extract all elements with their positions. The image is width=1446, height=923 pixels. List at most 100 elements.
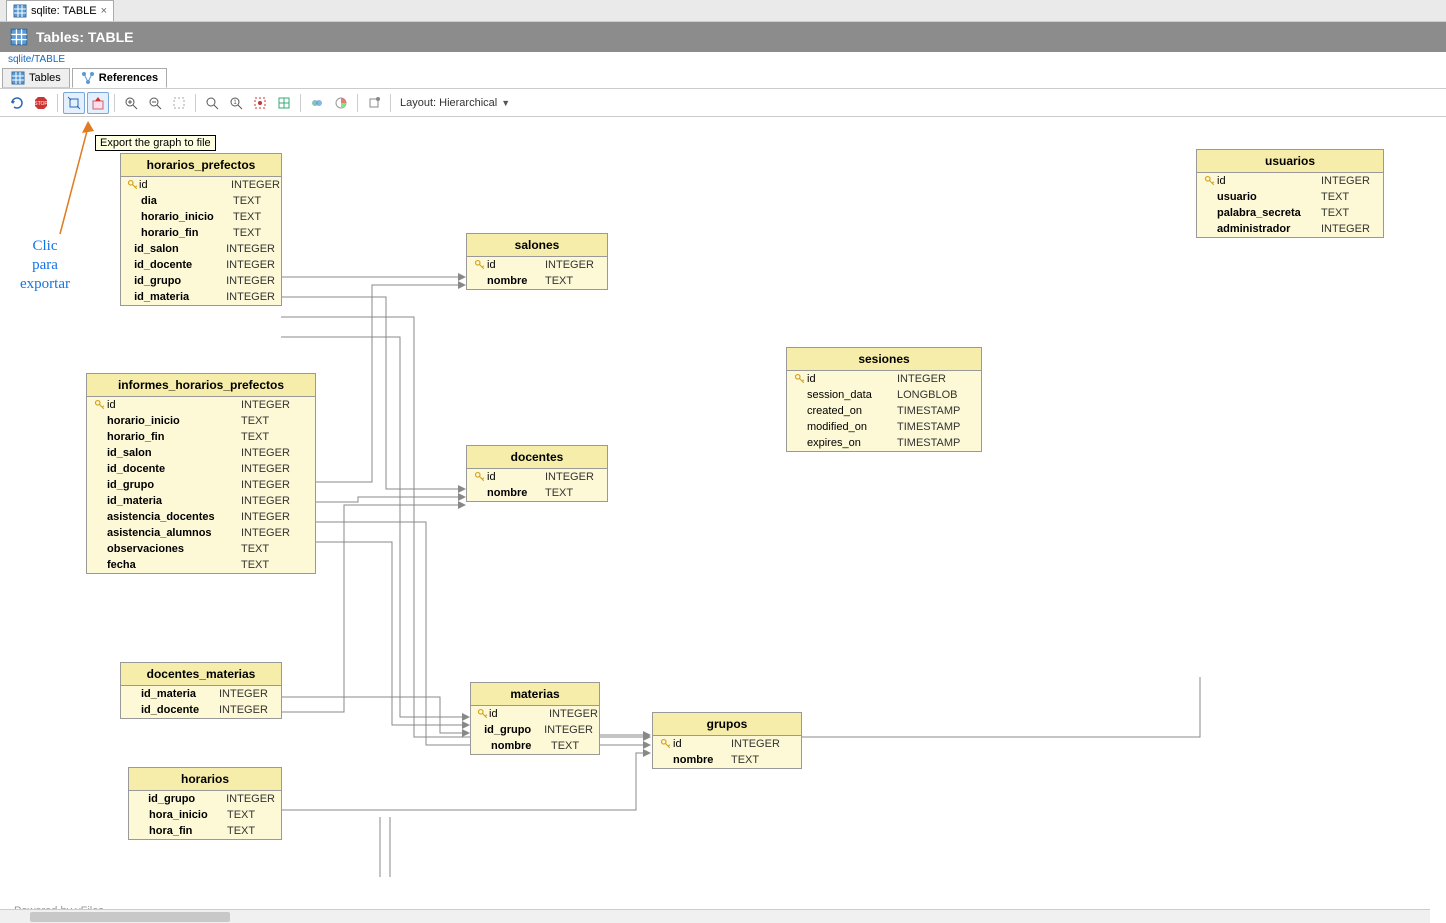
export-button[interactable] (87, 92, 109, 114)
annotation-text: Clic para exportar (20, 237, 70, 293)
column-type: INTEGER (241, 447, 290, 459)
table-column: session_dataLONGBLOB (787, 387, 981, 403)
table-docentes-materias[interactable]: docentes_materias id_materiaINTEGERid_do… (120, 662, 282, 719)
stop-button[interactable]: STOP (30, 92, 52, 114)
close-icon[interactable]: × (101, 5, 107, 17)
column-type: LONGBLOB (897, 389, 958, 401)
column-name: asistencia_docentes (107, 511, 241, 523)
layout-dropdown[interactable]: Layout: Hierarchical ▼ (400, 97, 510, 109)
column-name: horario_fin (107, 431, 241, 443)
column-name: id_grupo (148, 793, 226, 805)
column-name: nombre (487, 275, 545, 287)
table-column: administradorINTEGER (1197, 221, 1383, 237)
table-docentes[interactable]: docentes idINTEGERnombreTEXT (466, 445, 608, 502)
column-type: INTEGER (241, 399, 290, 411)
table-salones[interactable]: salones idINTEGERnombreTEXT (466, 233, 608, 290)
table-column: hora_inicioTEXT (129, 807, 281, 823)
key-icon (659, 738, 673, 750)
table-column: idINTEGER (467, 257, 607, 273)
column-type: INTEGER (231, 179, 280, 191)
column-type: TEXT (227, 825, 255, 837)
table-column: id_materiaINTEGER (87, 493, 315, 509)
toolbar-separator (114, 94, 115, 112)
table-column: horario_finTEXT (87, 429, 315, 445)
column-type: TIMESTAMP (897, 405, 960, 417)
column-name: id_materia (134, 291, 226, 303)
column-type: TEXT (233, 211, 261, 223)
refresh-button[interactable] (6, 92, 28, 114)
table-column: nombreTEXT (471, 738, 599, 754)
column-name: id (487, 471, 545, 483)
column-name: id_materia (107, 495, 241, 507)
file-tab[interactable]: sqlite: TABLE × (6, 0, 114, 21)
table-header: materias (471, 683, 599, 706)
tab-tables[interactable]: Tables (2, 68, 70, 88)
diagram-canvas[interactable]: Clic para exportar Export the graph to f… (0, 117, 1446, 923)
column-type: INTEGER (897, 373, 946, 385)
key-icon (477, 708, 489, 720)
column-name: expires_on (807, 437, 897, 449)
center-button[interactable] (273, 92, 295, 114)
column-name: horario_inicio (141, 211, 233, 223)
table-informes-horarios-prefectos[interactable]: informes_horarios_prefectos idINTEGERhor… (86, 373, 316, 574)
expand-button[interactable] (63, 92, 85, 114)
column-name: id_docente (107, 463, 241, 475)
table-usuarios[interactable]: usuarios idINTEGERusuarioTEXTpalabra_sec… (1196, 149, 1384, 238)
table-grupos[interactable]: grupos idINTEGERnombreTEXT (652, 712, 802, 769)
column-type: TEXT (241, 431, 269, 443)
show-hide-button[interactable] (306, 92, 328, 114)
column-type: INTEGER (731, 738, 780, 750)
table-header: horarios (129, 768, 281, 791)
layout-label: Layout: Hierarchical (400, 97, 497, 109)
table-sesiones[interactable]: sesiones idINTEGERsession_dataLONGBLOBcr… (786, 347, 982, 452)
table-column: expires_onTIMESTAMP (787, 435, 981, 451)
file-tab-label: sqlite: TABLE (31, 5, 97, 17)
column-type: TEXT (227, 809, 255, 821)
table-column: nombreTEXT (467, 273, 607, 289)
column-name: session_data (807, 389, 897, 401)
table-horarios-prefectos[interactable]: horarios_prefectos idINTEGER diaTEXT horar… (120, 153, 282, 306)
table-header: salones (467, 234, 607, 257)
table-column: asistencia_alumnosINTEGER (87, 525, 315, 541)
column-name: observaciones (107, 543, 241, 555)
scrollbar-thumb[interactable] (30, 912, 230, 922)
column-type: TEXT (731, 754, 759, 766)
column-type: INTEGER (241, 495, 290, 507)
breadcrumb[interactable]: sqlite/TABLE (0, 52, 1446, 67)
zoom-reset-button[interactable] (168, 92, 190, 114)
column-name: id (139, 179, 231, 191)
column-type: TEXT (233, 195, 261, 207)
column-name: id (807, 373, 897, 385)
tab-tables-label: Tables (29, 72, 61, 84)
table-body: idINTEGERusuarioTEXTpalabra_secretaTEXTa… (1197, 173, 1383, 237)
column-name: id_materia (141, 688, 219, 700)
zoom-actual-button[interactable]: 1 (225, 92, 247, 114)
table-header: horarios_prefectos (121, 154, 281, 177)
table-column: idINTEGER (471, 706, 599, 722)
table-column: diaTEXT (121, 193, 281, 209)
table-header: usuarios (1197, 150, 1383, 173)
zoom-fit-button[interactable] (201, 92, 223, 114)
key-icon (793, 373, 807, 385)
zoom-in-button[interactable] (120, 92, 142, 114)
table-column: id_salonINTEGER (121, 241, 281, 257)
table-icon (11, 71, 25, 85)
column-name: hora_fin (149, 825, 227, 837)
title-text: Tables: TABLE (36, 29, 134, 45)
key-icon (1203, 175, 1217, 187)
table-column: idINTEGER (653, 736, 801, 752)
zoom-out-button[interactable] (144, 92, 166, 114)
horizontal-scrollbar[interactable] (0, 909, 1430, 923)
tab-references[interactable]: References (72, 68, 167, 88)
fit-selection-button[interactable] (249, 92, 271, 114)
table-horarios[interactable]: horarios id_grupoINTEGERhora_inicioTEXTh… (128, 767, 282, 840)
column-type: INTEGER (1321, 223, 1370, 235)
column-type: INTEGER (1321, 175, 1370, 187)
table-body: idINTEGERnombreTEXT (467, 257, 607, 289)
table-column: observacionesTEXT (87, 541, 315, 557)
column-type: TEXT (241, 559, 269, 571)
settings-button[interactable] (363, 92, 385, 114)
table-materias[interactable]: materias idINTEGERid_grupoINTEGERnombreT… (470, 682, 600, 755)
table-column: palabra_secretaTEXT (1197, 205, 1383, 221)
color-button[interactable] (330, 92, 352, 114)
